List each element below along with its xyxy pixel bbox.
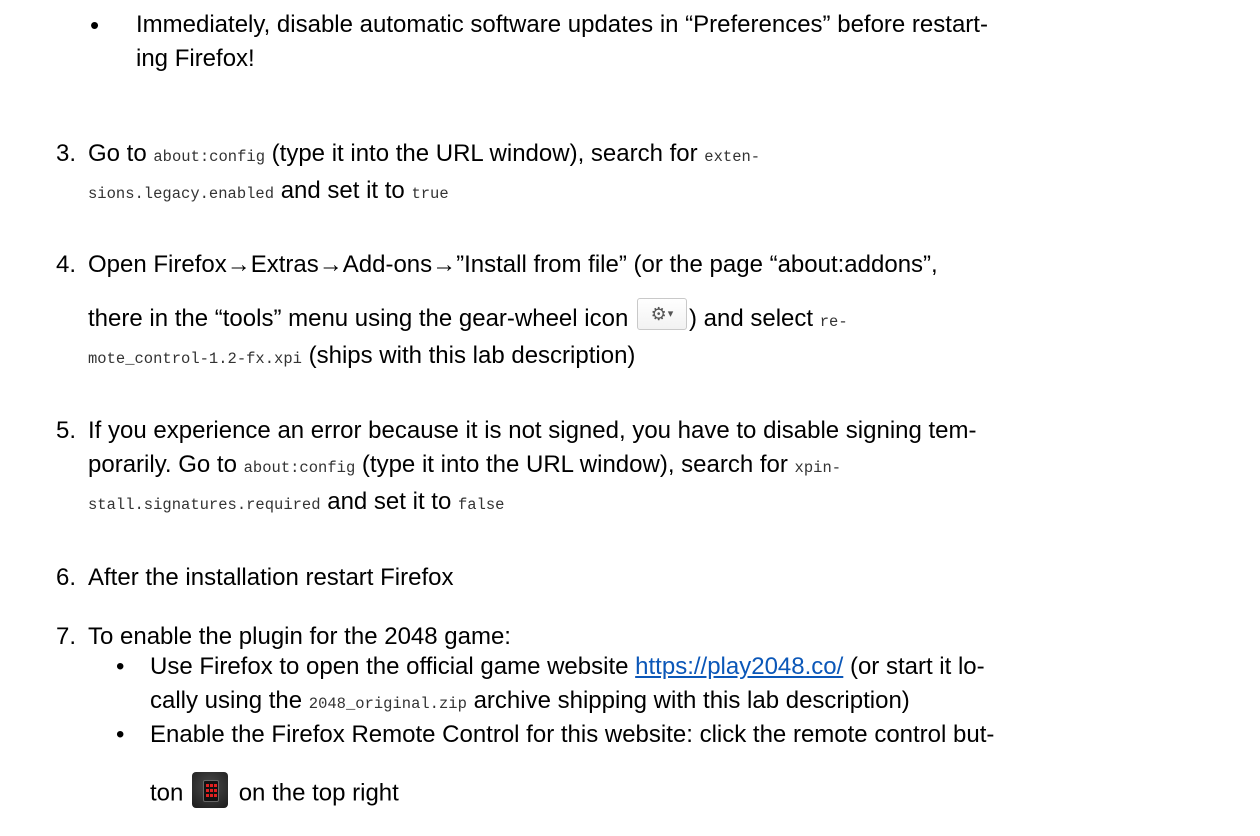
bullet-line-2: ing Firefox! — [136, 45, 255, 72]
step-text-part: Go to — [88, 140, 154, 167]
sub-text-part: on the top right — [232, 779, 399, 807]
step-text-part: there in the “tools” menu using the gear… — [88, 305, 635, 332]
code-value-false: false — [457, 496, 505, 514]
step-number: 5. — [56, 417, 77, 444]
step-text: To enable the plugin for the 2048 game: — [88, 623, 511, 650]
bullet-text: Immediately, disable automatic software … — [136, 8, 1236, 76]
step-text: Open Firefox→Extras→Add-ons→”Install fro… — [88, 248, 1233, 376]
step-text: If you experience an error because it is… — [88, 414, 1233, 522]
step-number: 7. — [56, 623, 77, 650]
sub-bullet-text: Use Firefox to open the official game we… — [150, 650, 1235, 721]
code-pref-part-1: xpin- — [794, 459, 842, 477]
code-filename-part-1: re- — [819, 313, 848, 331]
code-about-config: about:config — [153, 148, 265, 166]
step-line-1: If you experience an error because it is… — [88, 417, 977, 444]
remote-control-icon — [192, 772, 229, 808]
code-filename-part-2: mote_control-1.2-fx.xpi — [88, 350, 302, 368]
step-text-part: (type it into the URL window), search fo… — [355, 451, 795, 478]
step-text: After the installation restart Firefox — [88, 564, 454, 591]
code-value-true: true — [411, 185, 449, 203]
code-pref-part-1: exten- — [704, 148, 761, 166]
bullet-line-1: Immediately, disable automatic software … — [136, 11, 988, 38]
step-text: Go to about:config (type it into the URL… — [88, 137, 1233, 211]
step-text-part: (type it into the URL window), search fo… — [265, 140, 705, 167]
bullet-marker: • — [116, 721, 125, 748]
gear-wheel-icon: ⚙▾ — [636, 297, 687, 330]
step-line-1: Open Firefox→Extras→Add-ons→”Install fro… — [88, 251, 938, 278]
sub-bullet-text: Enable the Firefox Remote Control for th… — [150, 718, 1235, 812]
game-website-link[interactable]: https://play2048.co/ — [635, 653, 843, 680]
sub-text-part: Use Firefox to open the official game we… — [150, 653, 636, 680]
step-number: 4. — [56, 251, 77, 278]
code-about-config: about:config — [243, 459, 356, 477]
sub-text-line-1: Enable the Firefox Remote Control for th… — [150, 721, 995, 748]
code-pref-part-2: stall.signatures.required — [88, 496, 321, 514]
step-number: 6. — [56, 564, 77, 591]
step-text-part: and set it to — [320, 488, 458, 515]
step-text-part: ) and select — [688, 305, 820, 332]
step-text-part: (ships with this lab description) — [301, 342, 636, 369]
step-text-part: porarily. Go to — [88, 451, 244, 478]
code-zip-filename: 2048_original.zip — [308, 695, 467, 713]
step-text-part: and set it to — [274, 177, 412, 204]
sub-text-part: (or start it lo- — [843, 653, 985, 680]
step-number: 3. — [56, 140, 77, 167]
bullet-marker: • — [90, 10, 100, 40]
bullet-marker: • — [116, 653, 125, 680]
sub-text-part: ton — [150, 779, 191, 807]
sub-text-part: cally using the — [150, 687, 309, 714]
code-pref-part-2: sions.legacy.enabled — [88, 185, 275, 203]
sub-text-part: archive shipping with this lab descripti… — [466, 687, 910, 714]
